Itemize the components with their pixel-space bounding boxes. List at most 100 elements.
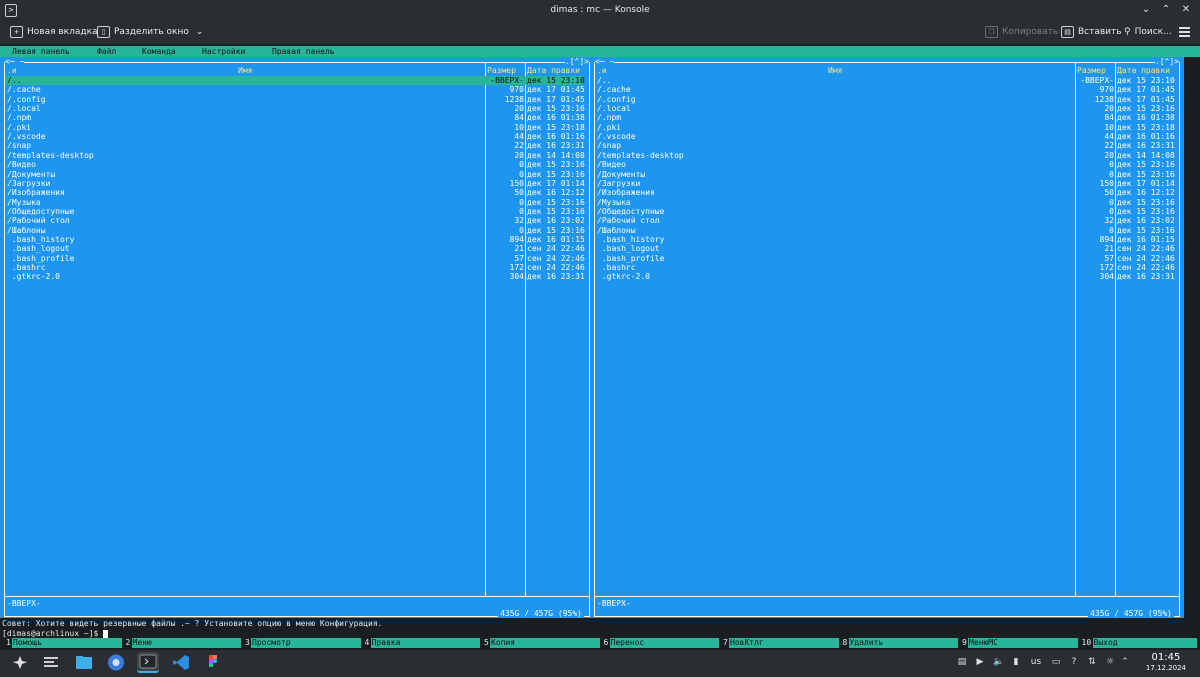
file-name: /Общедоступные — [597, 206, 665, 216]
file-row[interactable]: /Общедоступные 0 дек 15 23:16 — [595, 206, 1175, 216]
file-row[interactable]: .bash_history 894 дек 16 01:15 — [5, 235, 585, 244]
file-row[interactable]: /Изображения 50 дек 16 12:12 — [5, 188, 585, 197]
file-row[interactable]: .bash_profile 57 сен 24 22:46 — [5, 254, 585, 263]
file-row[interactable]: /Шаблоны 0 дек 15 23:16 — [595, 226, 1175, 235]
fkey-7[interactable]: 7 НовКтлг — [723, 638, 839, 648]
file-row[interactable]: .gtkrc-2.0 304 дек 16 23:31 — [595, 272, 1175, 281]
shell-prompt[interactable]: [dimas@archlinux ~]$ — [2, 629, 109, 638]
file-row[interactable]: /Изображения 50 дек 16 12:12 — [595, 188, 1175, 197]
fkey-2[interactable]: 2 Меню — [126, 638, 241, 648]
file-row[interactable]: /Музыка 0 дек 15 23:16 — [5, 198, 585, 207]
vscode-icon[interactable] — [170, 652, 192, 673]
file-manager-icon[interactable] — [73, 652, 95, 673]
minimize-icon[interactable]: ⌄ — [1138, 2, 1154, 18]
fkey-1[interactable]: 1 Помощь — [6, 638, 122, 648]
file-row[interactable]: /.pki 10 дек 15 23:18 — [595, 123, 1175, 132]
file-row[interactable]: /Загрузки 150 дек 17 01:14 — [595, 179, 1175, 188]
file-row[interactable]: /Общедоступные 0 дек 15 23:16 — [5, 207, 585, 216]
file-row[interactable]: .bash_history 894 дек 16 01:15 — [595, 235, 1175, 244]
maximize-icon[interactable]: ⌃ — [1158, 2, 1174, 18]
file-row[interactable]: /Рабочий стол 32 дек 16 23:02 — [5, 216, 585, 225]
close-icon[interactable]: ✕ — [1178, 2, 1194, 18]
column-header-size[interactable]: Размер — [487, 66, 516, 75]
file-row[interactable]: /.cache 970 дек 17 01:45 — [595, 85, 1175, 94]
media-player-icon[interactable]: ▶ — [975, 657, 985, 667]
file-row[interactable]: .bashrc 172 сен 24 22:46 — [595, 263, 1175, 272]
file-row[interactable]: /.npm 84 дек 16 01:38 — [5, 113, 585, 122]
chrome-icon[interactable] — [105, 652, 127, 673]
fkey-8[interactable]: 8 Удалить — [843, 638, 958, 648]
column-header-date[interactable]: Дата правки — [1117, 66, 1170, 75]
copy-button[interactable]: ❐ Копировать — [985, 20, 1058, 44]
file-row[interactable]: .bash_profile 57 сен 24 22:46 — [595, 254, 1175, 263]
file-row[interactable]: /.pki 10 дек 15 23:18 — [5, 123, 585, 132]
file-row[interactable]: /snap 22 дек 16 23:31 — [595, 141, 1175, 150]
file-row[interactable]: /templates-desktop 20 дек 14 14:08 — [5, 151, 585, 160]
fkey-9[interactable]: 9 МенюMC — [962, 638, 1078, 648]
file-row[interactable]: /Шаблоны 0 дек 15 23:16 — [5, 226, 585, 235]
app-launcher-icon[interactable] — [9, 652, 31, 673]
sort-indicator[interactable]: .и — [7, 66, 17, 75]
paste-button[interactable]: ▤ Вставить — [1061, 20, 1122, 44]
new-tab-button[interactable]: + Новая вкладка — [10, 20, 98, 44]
file-row[interactable]: /.config 1238 дек 17 01:45 — [595, 95, 1175, 104]
keyboard-layout[interactable]: us — [1029, 657, 1043, 667]
file-row[interactable]: /templates-desktop 20 дек 14 14:08 — [595, 151, 1175, 160]
fkey-4[interactable]: 4 Правка — [365, 638, 480, 648]
konsole-icon[interactable] — [137, 652, 159, 673]
file-row[interactable]: /snap 22 дек 16 23:31 — [5, 141, 585, 150]
terminal-icon[interactable]: > — [5, 4, 17, 17]
file-row[interactable]: /.. -ВВЕРХ-дек 15 23:10 — [5, 76, 585, 85]
hamburger-menu-icon[interactable] — [1179, 27, 1190, 37]
fkey-3[interactable]: 3 Просмотр — [245, 638, 361, 648]
network-icon[interactable]: ⇅ — [1087, 657, 1097, 667]
menu-right-panel[interactable]: Правая панель — [272, 46, 335, 57]
terminal-view[interactable]: Левая панель Файл Команда Настройки Прав… — [0, 44, 1200, 650]
sort-indicator[interactable]: .и — [597, 66, 607, 75]
column-header-size[interactable]: Размер — [1077, 66, 1106, 75]
brightness-icon[interactable]: ☼ — [1105, 657, 1115, 667]
expand-tray-icon[interactable]: ⌃ — [1120, 657, 1130, 667]
find-button[interactable]: ⚲ Поиск... — [1124, 20, 1172, 44]
left-file-panel[interactable]: <─ ~ .[^]> .и Имя Размер Дата правки /..… — [0, 57, 594, 618]
figma-icon[interactable] — [202, 652, 224, 673]
menu-file[interactable]: Файл — [97, 46, 116, 57]
menu-left-panel[interactable]: Левая панель — [12, 46, 70, 57]
clock[interactable]: 01:45 17.12.2024 — [1146, 652, 1186, 673]
menu-command[interactable]: Команда — [142, 46, 176, 57]
split-view-button[interactable]: ▯ Разделить окно ⌄ — [97, 20, 203, 44]
usb-device-icon[interactable]: ▮ — [1011, 657, 1021, 667]
column-header-name[interactable]: Имя — [238, 66, 252, 75]
file-row[interactable]: /Музыка 0 дек 15 23:16 — [595, 198, 1175, 207]
column-header-name[interactable]: Имя — [828, 66, 842, 75]
file-row[interactable]: /.vscode 44 дек 16 01:16 — [5, 132, 585, 141]
file-row[interactable]: /.npm 84 дек 16 01:38 — [595, 113, 1175, 122]
file-row[interactable]: /Видео 0 дек 15 23:16 — [5, 160, 585, 169]
file-row[interactable]: .bash_logout 21 сен 24 22:46 — [5, 244, 585, 253]
file-row[interactable]: .bashrc 172 сен 24 22:46 — [5, 263, 585, 272]
fkey-6[interactable]: 6 Перенос — [604, 638, 719, 648]
menu-options[interactable]: Настройки — [202, 46, 245, 57]
file-row[interactable]: /Рабочий стол 32 дек 16 23:02 — [595, 216, 1175, 225]
fkey-5[interactable]: 5 Копия — [484, 638, 600, 648]
right-file-panel[interactable]: <─ ~ .[^]> .и Имя Размер Дата правки /..… — [590, 57, 1184, 618]
column-header-date[interactable]: Дата правки — [527, 66, 580, 75]
file-row[interactable]: /.cache 970 дек 17 01:45 — [5, 85, 585, 94]
volume-icon[interactable]: 🔈 — [993, 657, 1004, 667]
task-manager-icon[interactable] — [40, 652, 62, 673]
fkey-10[interactable]: 10 Выход — [1082, 638, 1197, 648]
file-row[interactable]: /.vscode 44 дек 16 01:16 — [595, 132, 1175, 141]
file-row[interactable]: /.config 1238 дек 17 01:45 — [5, 95, 585, 104]
file-row[interactable]: /Документы 0 дек 15 23:16 — [5, 170, 585, 179]
clipboard-icon[interactable]: ▤ — [957, 657, 967, 667]
help-icon[interactable]: ? — [1069, 657, 1079, 667]
file-row[interactable]: .bash_logout 21 сен 24 22:46 — [595, 244, 1175, 253]
file-row[interactable]: /.local 20 дек 15 23:16 — [5, 104, 585, 113]
file-row[interactable]: /.. -ВВЕРХ-дек 15 23:10 — [595, 76, 1175, 85]
file-row[interactable]: /Видео 0 дек 15 23:16 — [595, 160, 1175, 169]
file-row[interactable]: /Документы 0 дек 15 23:16 — [595, 170, 1175, 179]
file-row[interactable]: /Загрузки 150 дек 17 01:14 — [5, 179, 585, 188]
file-row[interactable]: .gtkrc-2.0 304 дек 16 23:31 — [5, 272, 585, 281]
file-row[interactable]: /.local 20 дек 15 23:16 — [595, 104, 1175, 113]
display-icon[interactable]: ▭ — [1051, 657, 1061, 667]
